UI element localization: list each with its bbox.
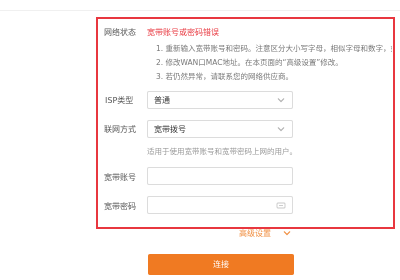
chevron-down-icon: [277, 98, 285, 103]
network-status-label: 网络状态: [104, 28, 136, 37]
advanced-settings-link[interactable]: 高级设置: [239, 228, 271, 239]
tip-line-3: 3. 若仍然异常，请联系您的网络供应商。: [156, 72, 294, 81]
connection-mode-label: 联网方式: [104, 125, 136, 134]
password-label: 宽带密码: [104, 202, 136, 211]
isp-type-select[interactable]: 普通: [147, 91, 293, 109]
tip-line-1: 1. 重新输入宽带账号和密码。注意区分大小写字母，相似字母和数字，如l和1、: [156, 44, 392, 53]
connection-mode-select[interactable]: 宽带拨号: [147, 120, 293, 138]
status-error-message: 宽带账号或密码错误: [147, 28, 219, 37]
isp-type-label: ISP类型: [105, 96, 134, 105]
chevron-down-icon: [277, 127, 285, 132]
eye-toggle-icon[interactable]: [276, 202, 286, 209]
top-bar: [0, 0, 400, 11]
connection-mode-hint: 适用于使用宽带账号和宽带密码上网的用户。: [147, 147, 297, 156]
password-input[interactable]: [147, 196, 293, 214]
account-label: 宽带账号: [104, 173, 136, 182]
connection-mode-value: 宽带拨号: [154, 125, 186, 134]
account-input[interactable]: [147, 167, 293, 185]
isp-type-value: 普通: [154, 96, 170, 105]
chevron-down-icon[interactable]: [283, 230, 291, 236]
connect-button[interactable]: 连接: [148, 254, 294, 275]
tip-line-2: 2. 修改WAN口MAC地址。在本页面的“高级设置”修改。: [156, 58, 343, 67]
